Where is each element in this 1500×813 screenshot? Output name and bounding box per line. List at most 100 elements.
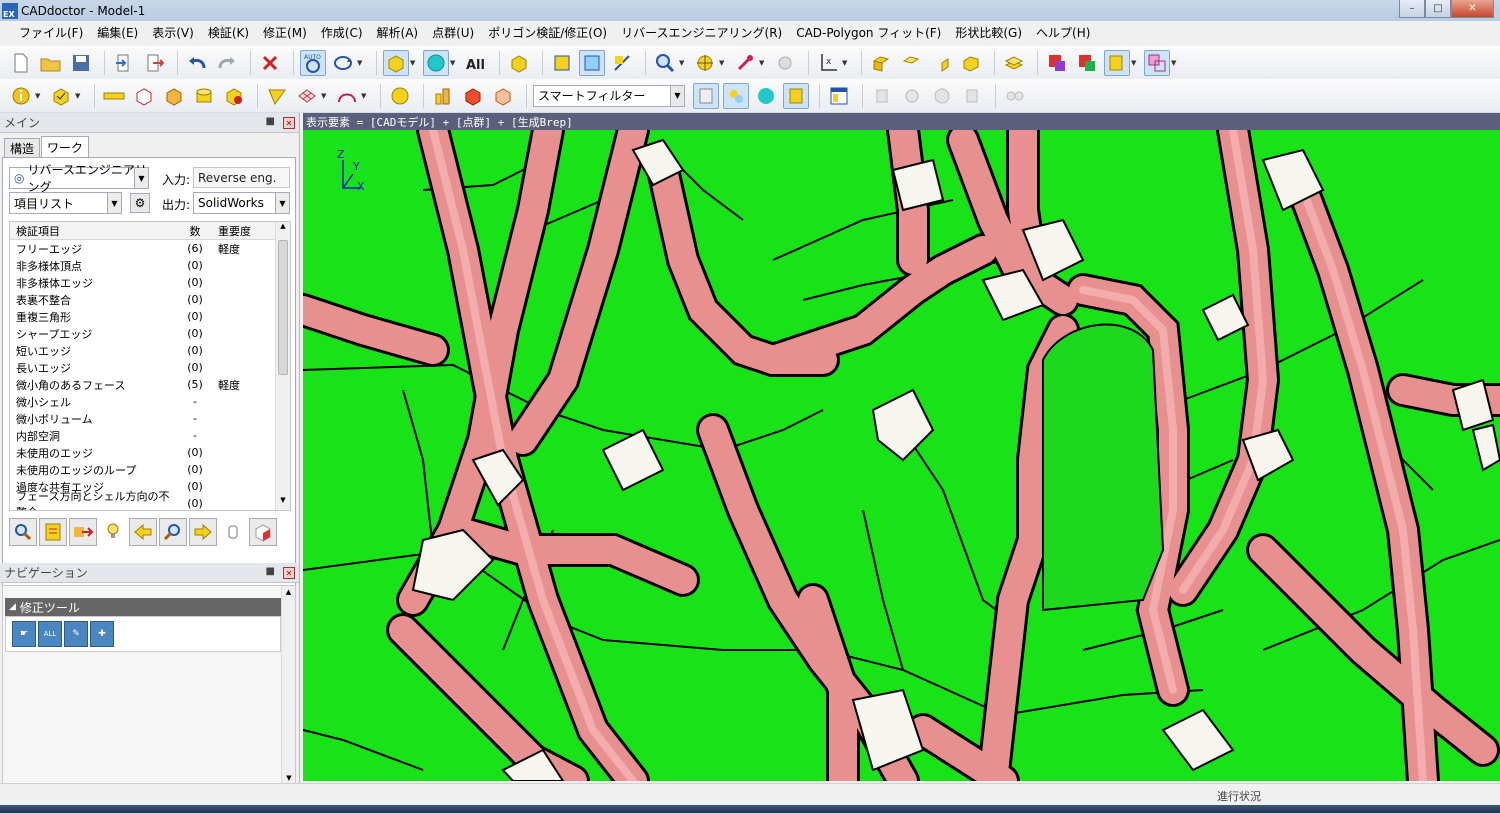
rotate-view-icon[interactable] [330,50,356,76]
color-green-icon[interactable] [1074,50,1100,76]
auto-fit-icon[interactable]: AUTO [300,49,326,76]
hand-icon[interactable] [219,518,247,546]
next-arrow-icon[interactable] [189,518,217,546]
render-icon[interactable] [221,83,247,109]
table-row[interactable]: 長いエッジ (0) [10,359,290,376]
table-row[interactable]: 非多様体頂点 (0) [10,257,290,274]
scroll-up-icon[interactable]: ▲ [282,588,295,596]
box-view-icon[interactable] [506,50,532,76]
fix-tool-4-icon[interactable]: ✚ [90,621,114,647]
menu-cad-polygon-fit[interactable]: CAD-Polygon フィット(F) [789,24,948,41]
table-row[interactable]: シャープエッジ (0) [10,325,290,342]
close-panel-icon[interactable]: ✕ [283,117,295,129]
select-edge-icon[interactable] [609,50,635,76]
table-row[interactable]: 短いエッジ (0) [10,342,290,359]
view-front-icon[interactable] [868,50,894,76]
fix-icon[interactable] [249,518,277,546]
table-row[interactable]: フェース方向とシェル方向の不整合 (0) [10,490,290,511]
model-render[interactable]: Z Y X [303,130,1500,781]
shaded-solid-icon[interactable] [383,49,409,76]
gear-icon[interactable]: ⚙ [130,193,150,213]
minimize-button[interactable]: – [1399,0,1425,18]
menu-analyze[interactable]: 解析(A) [370,24,426,41]
tab-structure[interactable]: 構造 [4,138,41,157]
tab-work[interactable]: ワーク [41,136,90,157]
delete-icon[interactable] [257,50,283,76]
select-face-icon[interactable] [579,49,605,76]
sphere-tool-icon[interactable] [387,83,413,109]
filter-c-icon[interactable] [753,83,779,109]
fix-tool-1-icon[interactable]: ☛ [12,621,36,647]
table-row[interactable]: 微小角のあるフェース (5) 軽度 [10,376,290,393]
menu-help[interactable]: ヘルプ(H) [1029,24,1097,41]
layer-icon[interactable] [1001,50,1027,76]
inspect-icon[interactable] [9,518,37,546]
color-red-icon[interactable] [1044,50,1070,76]
fix-tool-all-icon[interactable]: ALL [38,621,62,647]
filter-a-icon[interactable] [693,82,719,109]
arc-icon[interactable] [334,83,360,109]
maximize-button[interactable]: □ [1425,0,1451,18]
output-select[interactable]: SolidWorks ▼ [193,192,290,214]
solid-box-icon[interactable] [161,83,187,109]
pin-icon[interactable]: ■ [266,566,275,577]
cylinder-icon[interactable] [191,83,217,109]
pick-point-icon[interactable] [732,50,758,76]
new-file-icon[interactable] [8,50,34,76]
export-icon[interactable] [141,50,167,76]
text-style-icon[interactable]: All [463,50,489,76]
filter-d-icon[interactable] [783,82,809,109]
save-icon[interactable] [68,50,94,76]
scroll-thumb[interactable] [278,240,288,375]
zoom-window-icon[interactable] [652,50,678,76]
menu-reverse-engineering[interactable]: リバースエンジニアリング(R) [614,24,789,41]
close-panel-icon[interactable]: ✕ [283,567,295,579]
menu-verify[interactable]: 検証(K) [201,24,256,41]
menu-pointcloud[interactable]: 点群(U) [425,24,481,41]
coordinate-system-icon[interactable]: x [815,50,841,76]
table-row[interactable]: 未使用のエッジのループ (0) [10,461,290,478]
check-model-icon[interactable] [48,83,74,109]
scroll-up-icon[interactable]: ▲ [276,222,290,236]
highlight-icon[interactable] [1104,49,1130,76]
section-icon[interactable] [460,83,486,109]
search-icon[interactable] [159,518,187,546]
mode-select[interactable]: ◎ リバースエンジニアリング ▼ [9,163,149,194]
view-iso-icon[interactable] [958,50,984,76]
select-body-icon[interactable] [549,50,575,76]
export-result-icon[interactable] [69,518,97,546]
menu-edit[interactable]: 編集(E) [90,24,145,41]
menu-file[interactable]: ファイル(F) [12,24,90,41]
column-header-item[interactable]: 検証項目 [10,223,180,239]
menu-modify[interactable]: 修正(M) [256,24,314,41]
smart-filter-select[interactable]: スマートフィルター ▼ [533,84,685,107]
triangle-icon[interactable] [264,83,290,109]
bulb-icon[interactable] [99,518,127,546]
window-layout-icon[interactable] [826,83,852,109]
open-folder-icon[interactable] [38,50,64,76]
report-icon[interactable] [39,518,67,546]
fix-tool-3-icon[interactable]: ✎ [64,621,88,647]
fix-tools-header[interactable]: ◢ 修正ツール [5,598,281,616]
scroll-down-icon[interactable]: ▼ [282,774,296,782]
table-row[interactable]: 表裏不整合 (0) [10,291,290,308]
info-icon[interactable] [8,83,34,109]
column-header-count[interactable]: 数 [180,223,210,239]
wire-box-icon[interactable] [131,83,157,109]
menu-polygon[interactable]: ポリゴン検証/修正(O) [481,24,614,41]
undo-icon[interactable] [184,50,210,76]
table-row[interactable]: 微小シェル - [10,393,290,410]
scroll-down-icon[interactable]: ▼ [276,496,290,510]
mesh-sphere-icon[interactable] [423,49,449,76]
table-row[interactable]: 微小ボリューム - [10,410,290,427]
bar-chart-icon[interactable] [430,83,456,109]
table-row[interactable]: 未使用のエッジ (0) [10,444,290,461]
list-select[interactable]: 項目リスト ▼ [9,192,122,214]
menu-shape-compare[interactable]: 形状比較(G) [948,24,1029,41]
3d-viewport[interactable]: 表示要素 = [CADモデル] + [点群] + [生成Brep] Z Y X [303,113,1500,781]
close-window-button[interactable]: ✕ [1451,0,1494,18]
table-row[interactable]: フリーエッジ (6) 軽度 [10,240,290,257]
table-row[interactable]: 非多様体エッジ (0) [10,274,290,291]
table-scrollbar[interactable]: ▲ ▼ [275,222,290,510]
mesh-grid-icon[interactable] [294,83,320,109]
